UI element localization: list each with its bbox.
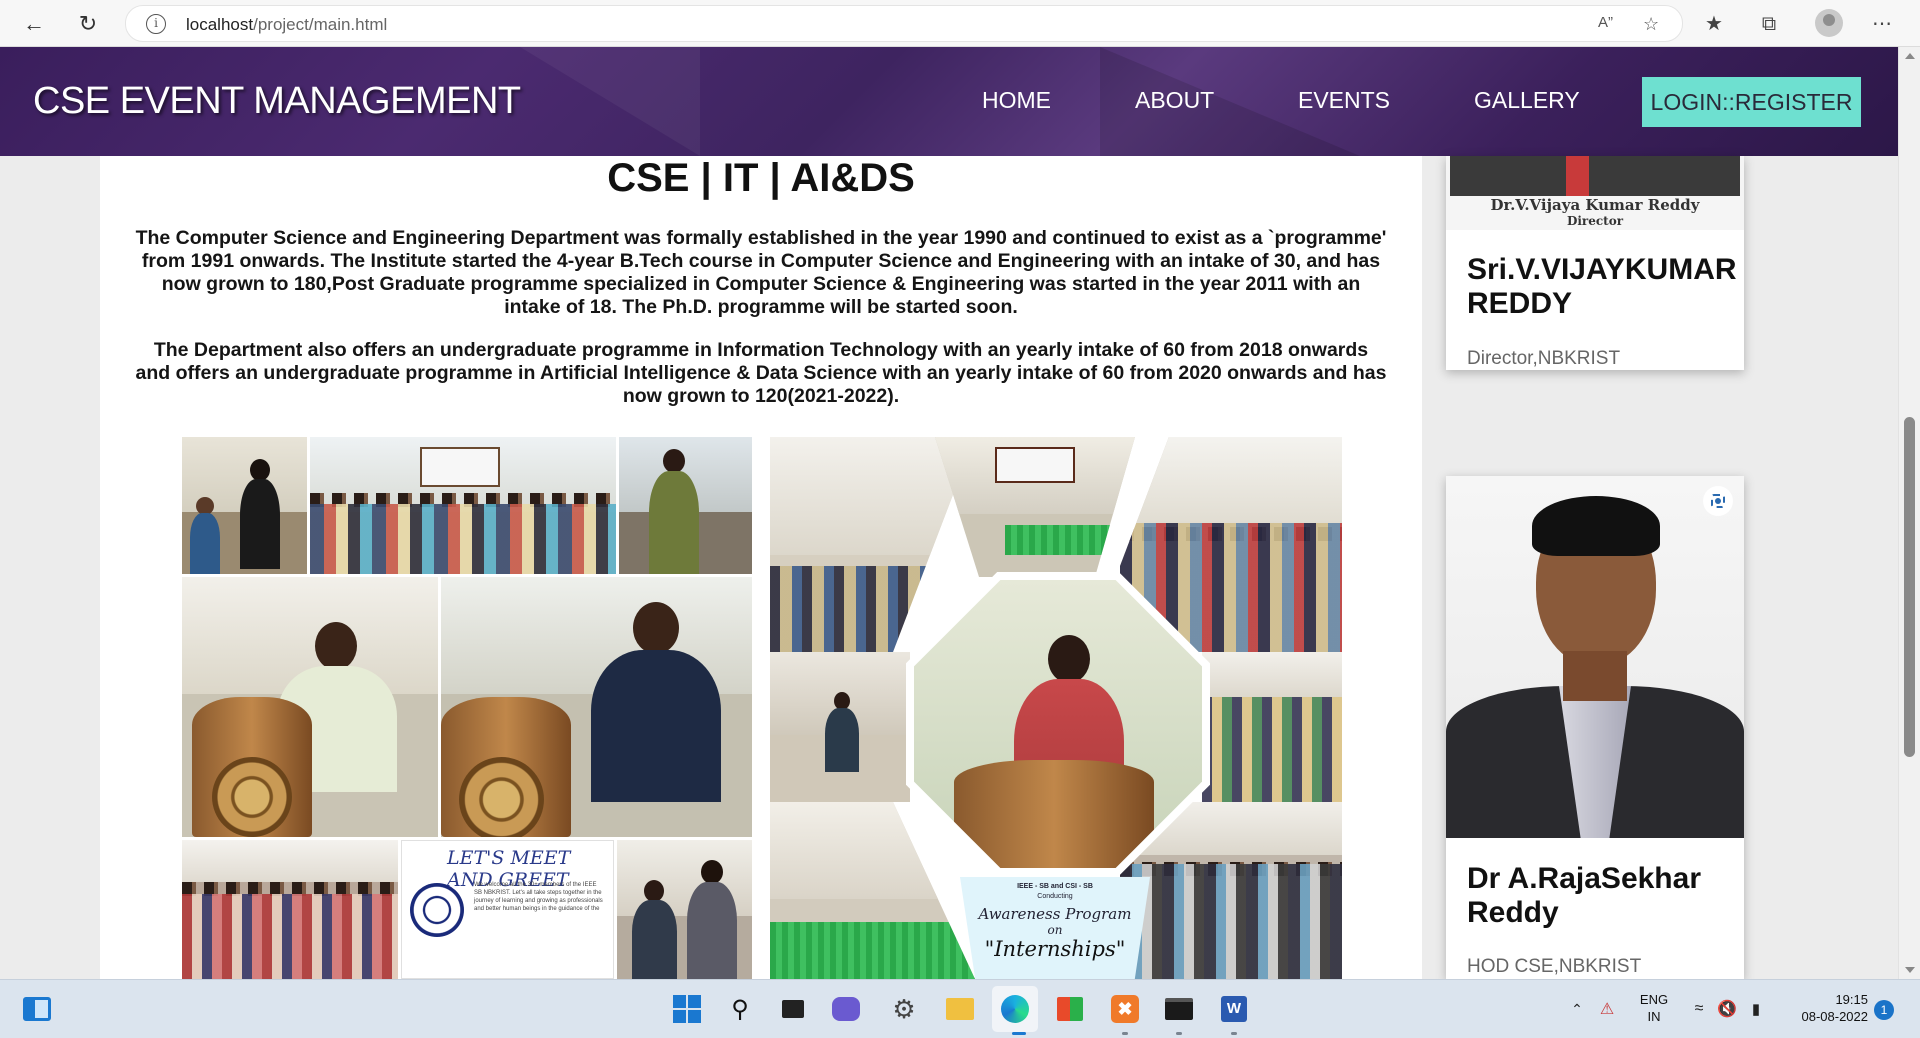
read-aloud-icon[interactable]: A” xyxy=(1598,14,1613,31)
running-indicator xyxy=(1176,1032,1182,1035)
language-indicator[interactable]: ENG IN xyxy=(1636,991,1672,1025)
favorites-icon[interactable]: ★ xyxy=(1700,10,1728,38)
url-path: /project/main.html xyxy=(253,15,388,34)
volume-muted-icon[interactable]: 🔇 xyxy=(1716,992,1738,1026)
wifi-icon[interactable]: ≈ xyxy=(1688,992,1710,1026)
start-menu-icon[interactable] xyxy=(670,992,704,1026)
word-icon[interactable]: W xyxy=(1217,992,1251,1026)
collage-photo xyxy=(617,840,752,979)
site-brand[interactable]: CSE EVENT MANAGEMENT xyxy=(33,80,521,123)
windows-taskbar: ⚲ ⚙ ✖ W ⌃ ⚠ ENG IN ≈ 🔇 ▮ 19:15 08-08-202… xyxy=(0,979,1920,1038)
collage-photo xyxy=(619,437,752,574)
collage-photo xyxy=(310,437,616,574)
chat-icon[interactable] xyxy=(829,992,863,1026)
running-indicator xyxy=(1231,1032,1237,1035)
awareness-org-text: IEEE - SB and CSI - SB xyxy=(1017,883,1093,890)
site-header: CSE EVENT MANAGEMENT HOME ABOUT EVENTS G… xyxy=(0,47,1898,156)
profile-avatar-icon[interactable] xyxy=(1815,9,1843,37)
login-register-button[interactable]: LOGIN::REGISTER xyxy=(1642,77,1861,127)
collage-photo xyxy=(1202,652,1342,802)
page-scrollbar[interactable] xyxy=(1898,47,1920,979)
director-name: Sri.V.VIJAYKUMAR REDDY xyxy=(1467,253,1737,320)
awareness-program-on: on xyxy=(1047,923,1063,937)
address-bar[interactable]: i localhost/project/main.html A” ☆ xyxy=(125,5,1683,42)
awareness-program-title: Awareness Program xyxy=(978,905,1132,923)
event-collage-left[interactable]: LET'S MEET AND GREET We welcome all the … xyxy=(182,437,752,979)
add-favorite-icon[interactable]: ☆ xyxy=(1643,14,1659,35)
header-decoration xyxy=(520,47,700,156)
director-photo-caption-sub: Director xyxy=(1566,214,1624,228)
event-collage-right[interactable]: IEEE - SB and CSI - SB Conducting Awaren… xyxy=(770,437,1342,979)
settings-gear-icon[interactable]: ⚙ xyxy=(887,992,921,1026)
show-hidden-icons-chevron-icon[interactable]: ⌃ xyxy=(1567,992,1587,1026)
collage-photo xyxy=(770,652,910,802)
department-section: CSE | IT | AI&DS The Computer Science an… xyxy=(100,156,1422,979)
running-indicator xyxy=(1122,1032,1128,1035)
battery-icon[interactable]: ▮ xyxy=(1744,992,1768,1026)
refresh-icon[interactable]: ↻ xyxy=(72,8,104,40)
department-title: CSE | IT | AI&DS xyxy=(607,156,915,200)
director-photo-caption: Dr.V.Vijaya Kumar Reddy xyxy=(1490,196,1700,214)
collage-photo xyxy=(182,840,398,979)
nav-events[interactable]: EVENTS xyxy=(1298,87,1390,114)
awareness-program-topic: "Internships" xyxy=(984,937,1126,961)
browser-toolbar: ← ↻ i localhost/project/main.html A” ☆ ★… xyxy=(0,0,1920,47)
clock[interactable]: 19:15 08-08-2022 xyxy=(1782,991,1869,1025)
director-photo-image xyxy=(1450,156,1740,196)
hod-photo xyxy=(1446,476,1744,838)
active-indicator xyxy=(1012,1032,1026,1035)
language-region: IN xyxy=(1647,1009,1661,1024)
clock-date: 08-08-2022 xyxy=(1801,1009,1869,1024)
edge-browser-icon[interactable] xyxy=(998,992,1032,1026)
search-icon[interactable]: ⚲ xyxy=(723,992,757,1026)
terminal-icon[interactable] xyxy=(1162,992,1196,1026)
director-photo: Dr.V.Vijaya Kumar Reddy Director xyxy=(1446,156,1744,230)
site-info-icon[interactable]: i xyxy=(146,14,166,34)
widgets-icon[interactable] xyxy=(20,992,54,1026)
file-explorer-icon[interactable] xyxy=(943,992,977,1026)
network-warning-icon[interactable]: ⚠ xyxy=(1595,992,1619,1026)
nav-about[interactable]: ABOUT xyxy=(1135,87,1214,114)
notification-badge[interactable]: 1 xyxy=(1874,1000,1894,1020)
url-host: localhost xyxy=(186,15,254,34)
collage-photo xyxy=(441,577,752,837)
collage-photo xyxy=(182,577,438,837)
visual-search-icon[interactable] xyxy=(1703,486,1733,516)
nav-home[interactable]: HOME xyxy=(982,87,1051,114)
task-view-icon[interactable] xyxy=(776,992,810,1026)
xampp-icon[interactable]: ✖ xyxy=(1108,992,1142,1026)
more-menu-icon[interactable]: ⋯ xyxy=(1868,10,1896,38)
collections-icon[interactable]: ⧉ xyxy=(1755,10,1783,38)
scroll-up-arrow-icon[interactable] xyxy=(1905,53,1915,59)
collage-meet-greet: LET'S MEET AND GREET We welcome all the … xyxy=(401,840,614,979)
nav-gallery[interactable]: GALLERY xyxy=(1474,87,1580,114)
clock-time: 19:15 xyxy=(1835,992,1868,1007)
department-paragraph-1: The Computer Science and Engineering Dep… xyxy=(135,227,1387,318)
awareness-conducting-text: Conducting xyxy=(1037,893,1073,900)
store-icon[interactable] xyxy=(1053,992,1087,1026)
hod-photo-neck xyxy=(1563,651,1627,701)
scroll-thumb[interactable] xyxy=(1904,417,1915,757)
hod-name: Dr A.RajaSekhar Reddy xyxy=(1467,862,1701,929)
director-role: Director,NBKRIST xyxy=(1467,348,1621,369)
collage-photo xyxy=(182,437,307,574)
hod-role: HOD CSE,NBKRIST xyxy=(1467,956,1642,977)
director-card[interactable]: Dr.V.Vijaya Kumar Reddy Director Sri.V.V… xyxy=(1446,156,1744,370)
department-paragraph-2: The Department also offers an undergradu… xyxy=(135,339,1387,407)
hod-photo-hair xyxy=(1532,496,1660,556)
hod-card[interactable]: Dr A.RajaSekhar Reddy HOD CSE,NBKRIST xyxy=(1446,476,1744,979)
language-code: ENG xyxy=(1639,992,1669,1007)
scroll-down-arrow-icon[interactable] xyxy=(1905,967,1915,973)
awareness-poster: IEEE - SB and CSI - SB Conducting Awaren… xyxy=(960,877,1150,979)
url-text: localhost/project/main.html xyxy=(186,15,387,35)
back-arrow-icon[interactable]: ← xyxy=(18,8,50,40)
meet-greet-text: We welcome all the 30+ members of the IE… xyxy=(474,882,603,912)
